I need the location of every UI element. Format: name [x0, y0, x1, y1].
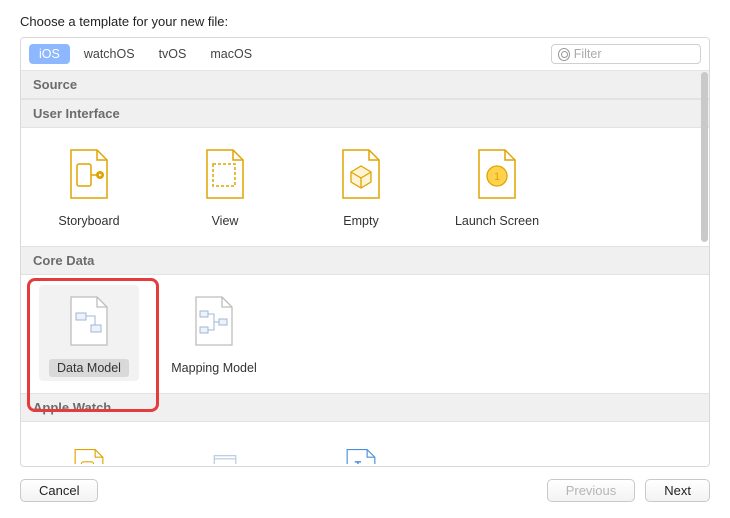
- button-label: Cancel: [39, 483, 79, 498]
- template-label: Mapping Model: [163, 359, 264, 377]
- template-item-launch-screen[interactable]: 1 Launch Screen: [429, 138, 565, 234]
- tab-tvos[interactable]: tvOS: [149, 44, 197, 64]
- template-item-watch-2[interactable]: [157, 432, 293, 464]
- tab-macos[interactable]: macOS: [200, 44, 262, 64]
- section-grid-apple-watch: [21, 422, 709, 464]
- view-icon: [201, 146, 249, 202]
- tab-label: watchOS: [84, 47, 135, 61]
- scrollbar-thumb[interactable]: [701, 72, 708, 242]
- platform-toolbar: iOS watchOS tvOS macOS: [21, 38, 709, 71]
- section-grid-user-interface: Storyboard View: [21, 128, 709, 246]
- svg-text:1: 1: [494, 171, 500, 183]
- section-grid-core-data: Data Model Mapping Model: [21, 275, 709, 393]
- data-model-icon: [65, 293, 113, 349]
- template-label: View: [204, 212, 247, 230]
- tab-watchos[interactable]: watchOS: [74, 44, 145, 64]
- template-item-watch-3[interactable]: [293, 432, 429, 464]
- tab-label: tvOS: [159, 47, 187, 61]
- template-item-view[interactable]: View: [157, 138, 293, 234]
- template-item-empty[interactable]: Empty: [293, 138, 429, 234]
- dialog-footer: Cancel Previous Next: [20, 479, 710, 502]
- file-icon: [65, 440, 113, 464]
- previous-button[interactable]: Previous: [547, 479, 636, 502]
- storyboard-icon: [65, 146, 113, 202]
- section-header-apple-watch: Apple Watch: [21, 393, 709, 422]
- filter-icon: [558, 48, 570, 61]
- mapping-model-icon: [190, 293, 238, 349]
- section-header-core-data: Core Data: [21, 246, 709, 275]
- filter-field[interactable]: [551, 44, 701, 64]
- next-button[interactable]: Next: [645, 479, 710, 502]
- dialog-prompt: Choose a template for your new file:: [20, 14, 710, 29]
- section-header-source: Source: [21, 71, 709, 99]
- launch-screen-icon: 1: [473, 146, 521, 202]
- template-scroll-area: Source User Interface: [21, 71, 709, 466]
- button-label: Next: [664, 483, 691, 498]
- tab-ios[interactable]: iOS: [29, 44, 70, 64]
- section-header-user-interface: User Interface: [21, 99, 709, 128]
- tab-label: macOS: [210, 47, 252, 61]
- cancel-button[interactable]: Cancel: [20, 479, 98, 502]
- template-item-mapping-model[interactable]: Mapping Model: [139, 285, 289, 381]
- new-file-dialog: Choose a template for your new file: iOS…: [0, 0, 730, 518]
- filter-input[interactable]: [574, 47, 694, 61]
- template-label: Storyboard: [50, 212, 127, 230]
- button-label: Previous: [566, 483, 617, 498]
- template-label: Empty: [335, 212, 386, 230]
- template-label: Data Model: [49, 359, 129, 377]
- template-item-data-model[interactable]: Data Model: [39, 285, 139, 381]
- template-sheet: iOS watchOS tvOS macOS Source User Inter…: [20, 37, 710, 467]
- template-item-watch-1[interactable]: [21, 432, 157, 464]
- tab-label: iOS: [39, 47, 60, 61]
- file-icon: [201, 440, 249, 464]
- empty-icon: [337, 146, 385, 202]
- template-item-storyboard[interactable]: Storyboard: [21, 138, 157, 234]
- template-label: Launch Screen: [447, 212, 547, 230]
- file-icon: [337, 440, 385, 464]
